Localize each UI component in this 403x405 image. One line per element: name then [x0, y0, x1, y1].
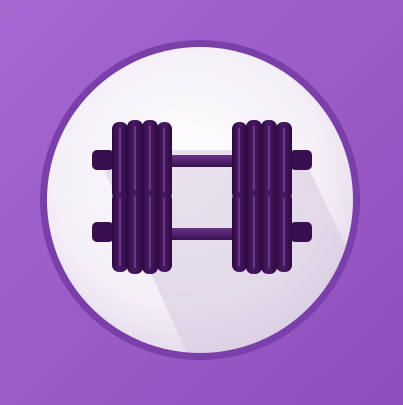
app-icon-canvas	[0, 0, 403, 405]
dumbbell-bottom-right-cap	[290, 222, 312, 242]
dumbbell-bottom-bar	[168, 228, 236, 240]
dumbbells-icon	[40, 40, 360, 360]
dumbbell-top-right-cap	[290, 150, 312, 170]
dumbbell-top-left-cap	[92, 150, 114, 170]
dumbbell-bottom-left-cap	[92, 222, 114, 242]
dumbbell-top-bar	[168, 155, 236, 167]
